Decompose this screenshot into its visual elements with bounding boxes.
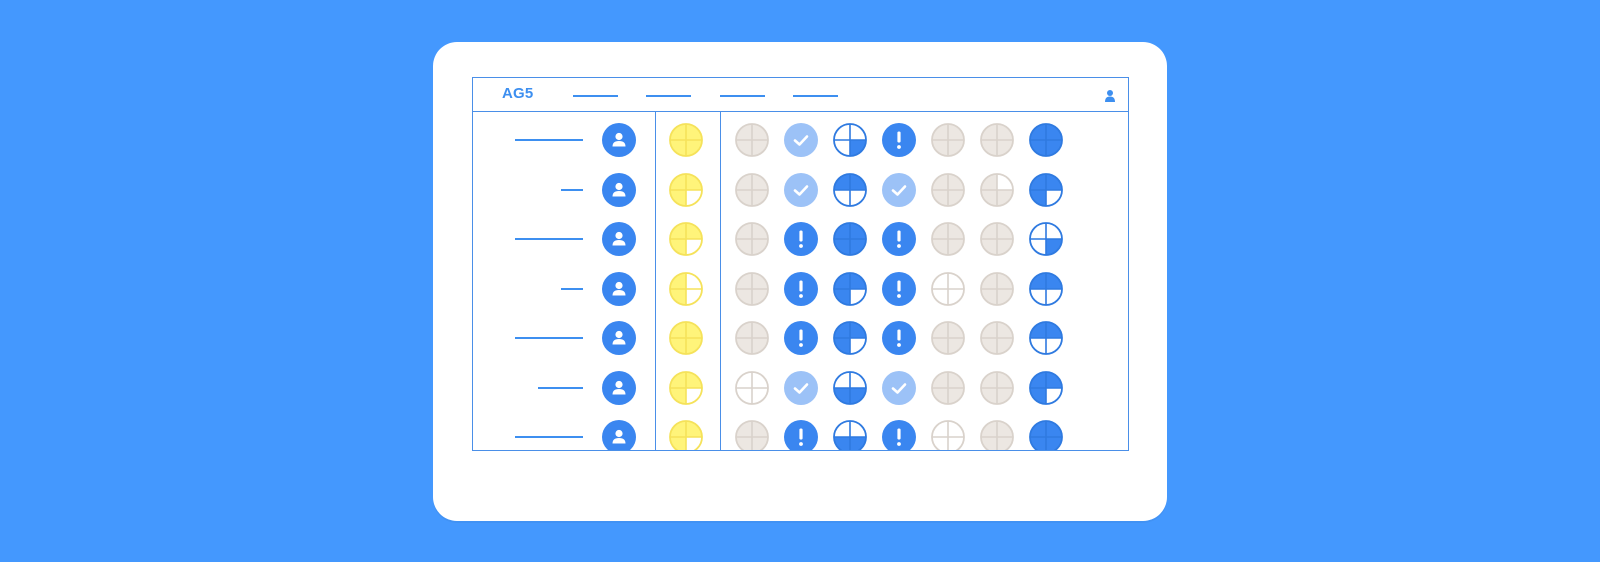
skill-empty-gray[interactable] xyxy=(930,172,966,208)
alert-icon[interactable] xyxy=(881,122,917,158)
check-icon[interactable] xyxy=(783,172,819,208)
skill-empty-gray[interactable] xyxy=(930,320,966,356)
matrix-row xyxy=(473,264,1128,314)
check-icon[interactable] xyxy=(783,122,819,158)
nav-item-4[interactable] xyxy=(793,95,838,97)
skill-empty-gray[interactable] xyxy=(979,370,1015,406)
skill-level-half[interactable] xyxy=(1028,271,1064,307)
alert-icon[interactable] xyxy=(783,271,819,307)
check-icon[interactable] xyxy=(881,370,917,406)
avatar[interactable] xyxy=(601,271,637,307)
matrix-row xyxy=(473,165,1128,215)
alert-icon[interactable] xyxy=(783,221,819,257)
skill-empty-partial[interactable] xyxy=(979,172,1015,208)
tablet-frame: AG5 xyxy=(433,42,1167,521)
skill-empty-gray[interactable] xyxy=(734,419,770,450)
skill-level-full[interactable] xyxy=(1028,122,1064,158)
nav-item-3[interactable] xyxy=(720,95,765,97)
alert-icon[interactable] xyxy=(881,320,917,356)
matrix-row xyxy=(473,214,1128,264)
employee-name-placeholder[interactable] xyxy=(515,436,583,438)
logo[interactable]: AG5 xyxy=(502,85,533,102)
employee-name-placeholder[interactable] xyxy=(515,337,583,339)
avatar[interactable] xyxy=(601,320,637,356)
skill-empty-gray[interactable] xyxy=(979,419,1015,450)
own-level-three-quarter[interactable] xyxy=(668,370,704,406)
user-icon[interactable] xyxy=(1104,89,1116,103)
app-screen: AG5 xyxy=(472,77,1129,451)
employee-name-placeholder[interactable] xyxy=(538,386,583,389)
skill-empty-gray[interactable] xyxy=(734,271,770,307)
skill-level-half[interactable] xyxy=(832,419,868,450)
check-icon[interactable] xyxy=(881,172,917,208)
skill-level-half[interactable] xyxy=(832,370,868,406)
alert-icon[interactable] xyxy=(783,320,819,356)
matrix-row xyxy=(473,115,1128,165)
skill-level-full[interactable] xyxy=(832,221,868,257)
skill-empty-gray[interactable] xyxy=(930,122,966,158)
skill-level-quarter[interactable] xyxy=(1028,221,1064,257)
skills-matrix xyxy=(473,112,1128,450)
own-level-three-quarter[interactable] xyxy=(668,172,704,208)
skill-empty-gray[interactable] xyxy=(734,221,770,257)
skill-empty-gray[interactable] xyxy=(734,122,770,158)
avatar[interactable] xyxy=(601,172,637,208)
skill-empty-gray[interactable] xyxy=(979,221,1015,257)
alert-icon[interactable] xyxy=(783,419,819,450)
employee-name-placeholder[interactable] xyxy=(561,287,583,290)
matrix-row xyxy=(473,412,1128,450)
skill-empty-gray[interactable] xyxy=(979,271,1015,307)
avatar[interactable] xyxy=(601,122,637,158)
skill-empty-gray[interactable] xyxy=(930,221,966,257)
skill-level-half[interactable] xyxy=(1028,320,1064,356)
skill-level-three-quarter[interactable] xyxy=(832,320,868,356)
skill-empty-white[interactable] xyxy=(930,271,966,307)
skill-empty-gray[interactable] xyxy=(734,320,770,356)
skill-level-three-quarter[interactable] xyxy=(832,271,868,307)
skill-level-three-quarter[interactable] xyxy=(1028,370,1064,406)
own-level-full[interactable] xyxy=(668,320,704,356)
skill-level-quarter[interactable] xyxy=(832,122,868,158)
nav-item-2[interactable] xyxy=(646,95,691,97)
own-level-half[interactable] xyxy=(668,271,704,307)
skill-level-full[interactable] xyxy=(1028,419,1064,450)
alert-icon[interactable] xyxy=(881,221,917,257)
alert-icon[interactable] xyxy=(881,271,917,307)
skill-empty-white[interactable] xyxy=(930,419,966,450)
skill-level-half[interactable] xyxy=(832,172,868,208)
avatar[interactable] xyxy=(601,370,637,406)
alert-icon[interactable] xyxy=(881,419,917,450)
skill-empty-gray[interactable] xyxy=(979,122,1015,158)
own-level-quarter[interactable] xyxy=(668,221,704,257)
skill-empty-white[interactable] xyxy=(734,370,770,406)
nav-item-1[interactable] xyxy=(573,95,618,97)
skill-empty-gray[interactable] xyxy=(930,370,966,406)
matrix-row xyxy=(473,313,1128,363)
avatar[interactable] xyxy=(601,221,637,257)
own-level-three-quarter[interactable] xyxy=(668,419,704,450)
skill-level-three-quarter[interactable] xyxy=(1028,172,1064,208)
check-icon[interactable] xyxy=(783,370,819,406)
matrix-row xyxy=(473,363,1128,413)
skill-empty-gray[interactable] xyxy=(979,320,1015,356)
top-nav: AG5 xyxy=(473,78,1128,112)
skill-empty-gray[interactable] xyxy=(734,172,770,208)
employee-name-placeholder[interactable] xyxy=(561,188,583,191)
own-level-full[interactable] xyxy=(668,122,704,158)
employee-name-placeholder[interactable] xyxy=(515,139,583,141)
employee-name-placeholder[interactable] xyxy=(515,238,583,240)
avatar[interactable] xyxy=(601,419,637,450)
